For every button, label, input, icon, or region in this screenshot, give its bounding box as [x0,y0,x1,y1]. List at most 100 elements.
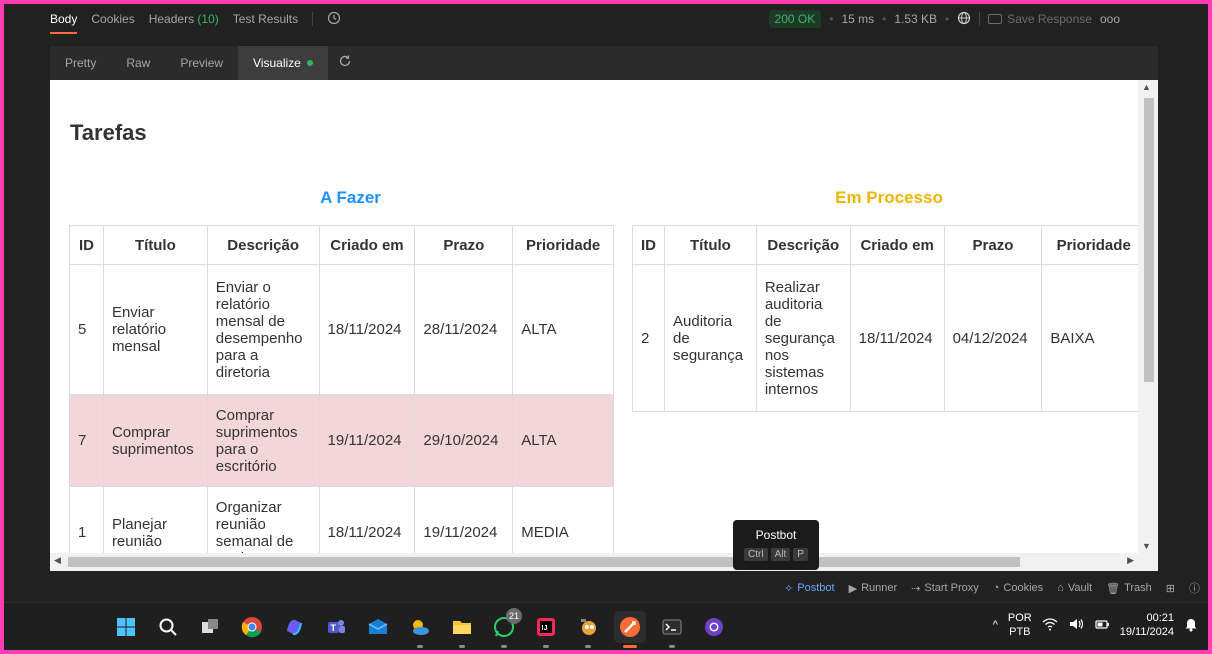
scroll-left-arrow-icon[interactable]: ◀ [54,555,61,566]
tab-headers[interactable]: Headers (10) [149,12,219,26]
active-dot [306,60,313,66]
weather-app-icon[interactable] [404,611,436,648]
intellij-icon[interactable]: IJ [530,611,562,648]
vertical-scrollbar[interactable]: ▲ ▼ [1138,80,1158,553]
vault-icon: ⌂ [1057,582,1064,594]
cell-id: 7 [69,394,104,487]
start-proxy-button[interactable]: ⇢ Start Proxy [911,582,979,595]
response-size[interactable]: 1.53 KB [894,12,937,26]
copilot-icon[interactable] [278,611,310,643]
tab-headers-label: Headers [148,12,195,26]
whatsapp-icon[interactable]: 21 [488,608,522,648]
page-title: Tarefas [70,120,147,145]
globe-icon[interactable] [957,11,971,28]
more-options-icon[interactable]: ooo [1100,12,1120,26]
windows-taskbar: T 21 IJ ^ POR PTB 00:21 19/11/2024 [4,602,1208,650]
todo-section-title: A Fazer [320,188,381,207]
trash-icon: 🗑 [1106,582,1121,595]
shortcut-key: P [793,548,808,561]
cell-descricao: Enviar o relatório mensal de desempenho … [206,264,320,395]
task-view-icon[interactable] [194,611,226,643]
clock-time: 00:21 [1146,612,1174,624]
mail-icon[interactable] [362,611,394,643]
save-response-button[interactable]: Save Response [988,12,1092,26]
clock[interactable]: 00:21 19/11/2024 [1120,611,1174,639]
cell-criado: 18/11/2024 [849,264,945,412]
column-header-criado: Criado em [849,225,945,265]
search-icon[interactable] [152,611,184,643]
runner-icon: ▶ [848,582,858,595]
running-indicator [459,645,465,648]
scroll-down-arrow-icon[interactable]: ▼ [1142,541,1151,551]
meta-separator: • [945,12,950,26]
scroll-right-arrow-icon[interactable]: ▶ [1127,555,1134,566]
terminal-icon[interactable] [656,611,688,648]
teams-icon[interactable]: T [320,611,352,643]
trash-button[interactable]: 🗑 Trash [1106,582,1152,595]
vault-button[interactable]: ⌂ Vault [1057,582,1092,594]
view-mode-bar: Pretty Raw Preview Visualize [50,46,1158,80]
cell-prazo: 04/12/2024 [943,264,1043,412]
runner-button[interactable]: ▶ Runner [849,582,898,595]
tab-visualize-label: Visualize [253,56,301,70]
tab-headers-count: (10) [197,12,219,26]
tab-preview[interactable]: Preview [165,46,238,80]
gimp-icon[interactable] [572,611,604,648]
status-badge[interactable]: 200 OK [768,10,822,28]
clock-date: 19/11/2024 [1119,626,1174,638]
app-window: Body Cookies Headers (10) Test Results 2… [4,4,1208,650]
table-row: 2 Auditoria de segurança Realizar audito… [632,264,1138,412]
cell-prioridade: MEDIA [512,486,614,553]
horizontal-scrollbar[interactable]: ◀ ▶ [50,553,1158,571]
tab-visualize[interactable]: Visualize [238,46,328,80]
shortcut-key: Ctrl [744,548,768,561]
github-desktop-icon[interactable] [698,611,730,643]
column-header-descricao: Descrição [206,225,320,265]
divider [312,12,314,26]
running-indicator [543,645,549,648]
cell-id: 2 [632,264,665,412]
start-icon[interactable] [110,611,142,643]
tab-cookies[interactable]: Cookies [91,12,134,26]
tab-pretty[interactable]: Pretty [50,46,111,80]
response-time[interactable]: 15 ms [841,12,874,26]
scroll-up-arrow-icon[interactable]: ▲ [1142,82,1151,92]
visualize-pane: Tarefas A Fazer Em Processo ID Título De… [50,80,1158,571]
file-explorer-icon[interactable] [446,611,478,648]
divider [979,12,981,26]
column-header-prazo: Prazo [414,225,514,265]
visualize-content: Tarefas A Fazer Em Processo ID Título De… [50,80,1138,553]
cookie-icon: ◔ [992,582,1000,594]
cell-criado: 19/11/2024 [318,394,416,487]
postbot-button[interactable]: ✧ Postbot [784,582,835,595]
chrome-icon[interactable] [236,611,268,643]
cell-prazo: 29/10/2024 [414,394,514,487]
layout-icon[interactable]: ⊞ [1166,582,1175,595]
column-header-titulo: Título [664,225,757,265]
response-bar: Body Cookies Headers (10) Test Results 2… [4,4,1208,34]
column-header-id: ID [632,225,665,265]
cell-titulo: Auditoria de segurança [664,264,757,412]
volume-icon[interactable] [1068,617,1084,634]
vertical-scroll-thumb[interactable] [1144,98,1154,382]
history-icon[interactable] [327,11,341,28]
wifi-icon[interactable] [1042,617,1058,634]
tab-raw[interactable]: Raw [111,46,165,80]
notification-bell-icon[interactable] [1184,616,1198,635]
help-icon[interactable]: ⓘ [1189,580,1200,596]
running-indicator [585,645,591,648]
battery-icon[interactable] [1094,617,1110,634]
cell-prioridade: BAIXA [1041,264,1138,412]
tab-test-results[interactable]: Test Results [233,12,298,26]
tab-body[interactable]: Body [50,12,78,34]
refresh-icon[interactable] [338,54,352,72]
chevron-up-icon[interactable]: ^ [993,619,998,631]
horizontal-scroll-thumb[interactable] [68,557,1020,567]
running-indicator [669,645,675,648]
cookies-button[interactable]: ◔ Cookies [993,582,1043,594]
notification-badge: 21 [506,608,522,624]
language-indicator[interactable]: POR PTB [1008,611,1032,639]
meta-separator: • [829,12,834,26]
postman-icon[interactable] [614,611,646,648]
cell-descricao: Realizar auditoria de segurança nos sist… [755,264,851,412]
